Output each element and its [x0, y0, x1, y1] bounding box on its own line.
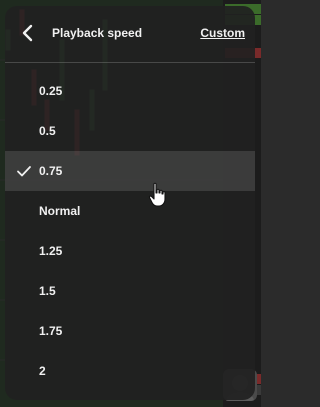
speed-option-label: 1.25	[39, 244, 63, 258]
menu-title: Playback speed	[52, 26, 143, 40]
speed-option-2[interactable]: 2	[5, 351, 255, 391]
speed-option-label: 0.25	[39, 84, 63, 98]
speed-option-1-25[interactable]: 1.25	[5, 231, 255, 271]
speed-option-label: Normal	[39, 204, 81, 218]
speed-option-label: 1.5	[39, 284, 56, 298]
chevron-left-icon	[22, 24, 33, 42]
menu-header: Playback speed Custom	[5, 6, 255, 63]
playback-speed-menu: Playback speed Custom 0.25 0.5 0.75 Norm…	[5, 6, 255, 400]
speed-option-0-75[interactable]: 0.75	[5, 151, 255, 191]
speed-option-label: 2	[39, 364, 46, 378]
speed-option-label: 0.5	[39, 124, 56, 138]
hand-pointer-icon	[148, 182, 166, 207]
speed-option-normal[interactable]: Normal	[5, 191, 255, 231]
speed-options-list: 0.25 0.5 0.75 Normal 1.25 1.5 1.75 2	[5, 71, 255, 391]
custom-speed-link[interactable]: Custom	[200, 26, 245, 40]
speed-option-0-5[interactable]: 0.5	[5, 111, 255, 151]
speed-option-0-25[interactable]: 0.25	[5, 71, 255, 111]
speed-option-label: 1.75	[39, 324, 63, 338]
speed-option-1-5[interactable]: 1.5	[5, 271, 255, 311]
speed-option-label: 0.75	[39, 164, 63, 178]
back-button[interactable]	[17, 22, 39, 44]
speed-option-1-75[interactable]: 1.75	[5, 311, 255, 351]
check-icon	[17, 166, 31, 177]
